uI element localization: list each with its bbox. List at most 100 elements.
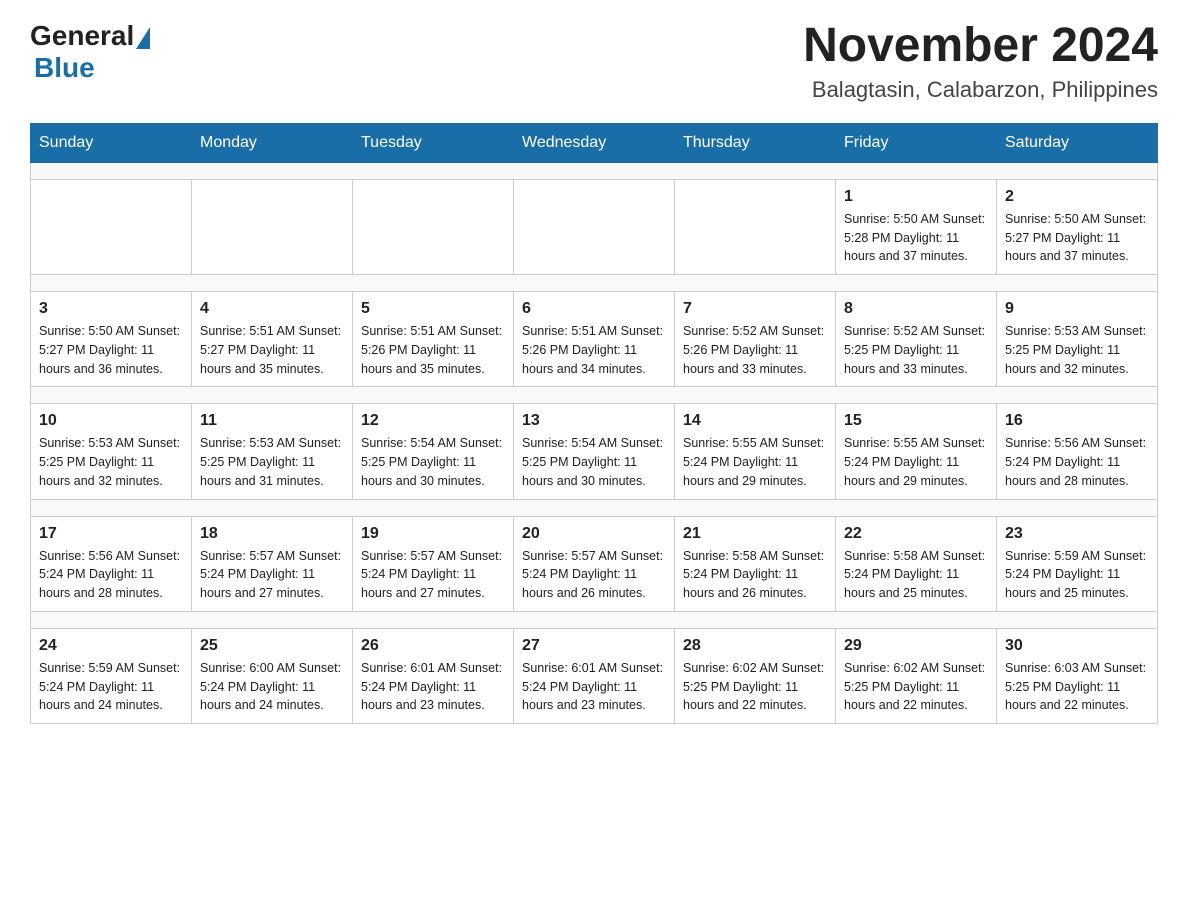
day-info: Sunrise: 6:01 AM Sunset: 5:24 PM Dayligh… <box>522 659 666 715</box>
day-cell-w0-d0 <box>31 179 192 274</box>
day-number: 1 <box>844 188 988 206</box>
day-cell-w4-d1: 25 Sunrise: 6:00 AM Sunset: 5:24 PM Dayli… <box>192 628 353 723</box>
divider-row-4 <box>31 611 1158 628</box>
day-number: 7 <box>683 300 827 318</box>
day-info: Sunrise: 5:51 AM Sunset: 5:27 PM Dayligh… <box>200 322 344 378</box>
day-info: Sunrise: 5:52 AM Sunset: 5:25 PM Dayligh… <box>844 322 988 378</box>
header-monday: Monday <box>192 123 353 162</box>
day-info: Sunrise: 5:58 AM Sunset: 5:24 PM Dayligh… <box>683 547 827 603</box>
day-info: Sunrise: 5:51 AM Sunset: 5:26 PM Dayligh… <box>522 322 666 378</box>
day-number: 23 <box>1005 525 1149 543</box>
day-info: Sunrise: 5:54 AM Sunset: 5:25 PM Dayligh… <box>522 434 666 490</box>
logo-triangle-icon <box>136 27 150 49</box>
day-cell-w3-d2: 19Sunrise: 5:57 AM Sunset: 5:24 PM Dayli… <box>353 516 514 611</box>
day-number: 16 <box>1005 412 1149 430</box>
day-number: 21 <box>683 525 827 543</box>
day-info: Sunrise: 5:53 AM Sunset: 5:25 PM Dayligh… <box>200 434 344 490</box>
day-cell-w4-d6: 30 Sunrise: 6:03 AM Sunset: 5:25 PM Dayli… <box>997 628 1158 723</box>
header-saturday: Saturday <box>997 123 1158 162</box>
day-info: Sunrise: 5:50 AM Sunset: 5:27 PM Dayligh… <box>39 322 183 378</box>
day-cell-w1-d6: 9 Sunrise: 5:53 AM Sunset: 5:25 PM Daylig… <box>997 292 1158 387</box>
day-number: 30 <box>1005 637 1149 655</box>
day-cell-w3-d5: 22 Sunrise: 5:58 AM Sunset: 5:24 PM Dayli… <box>836 516 997 611</box>
day-cell-w2-d0: 10 Sunrise: 5:53 AM Sunset: 5:25 PM Dayli… <box>31 404 192 499</box>
day-info: Sunrise: 6:01 AM Sunset: 5:24 PM Dayligh… <box>361 659 505 715</box>
day-info: Sunrise: 5:56 AM Sunset: 5:24 PM Dayligh… <box>1005 434 1149 490</box>
day-number: 9 <box>1005 300 1149 318</box>
week-row-3: 17Sunrise: 5:56 AM Sunset: 5:24 PM Dayli… <box>31 516 1158 611</box>
header-thursday: Thursday <box>675 123 836 162</box>
day-info: Sunrise: 5:53 AM Sunset: 5:25 PM Dayligh… <box>1005 322 1149 378</box>
day-number: 29 <box>844 637 988 655</box>
day-number: 17 <box>39 525 183 543</box>
day-cell-w0-d4 <box>675 179 836 274</box>
day-cell-w0-d6: 2 Sunrise: 5:50 AM Sunset: 5:27 PM Daylig… <box>997 179 1158 274</box>
month-title: November 2024 <box>803 20 1158 73</box>
day-number: 5 <box>361 300 505 318</box>
day-number: 19 <box>361 525 505 543</box>
day-number: 26 <box>361 637 505 655</box>
day-info: Sunrise: 5:58 AM Sunset: 5:24 PM Dayligh… <box>844 547 988 603</box>
divider-row-1 <box>31 275 1158 292</box>
day-number: 8 <box>844 300 988 318</box>
day-cell-w1-d1: 4 Sunrise: 5:51 AM Sunset: 5:27 PM Daylig… <box>192 292 353 387</box>
day-info: Sunrise: 5:52 AM Sunset: 5:26 PM Dayligh… <box>683 322 827 378</box>
day-number: 28 <box>683 637 827 655</box>
day-info: Sunrise: 6:03 AM Sunset: 5:25 PM Dayligh… <box>1005 659 1149 715</box>
day-cell-w0-d5: 1 Sunrise: 5:50 AM Sunset: 5:28 PM Daylig… <box>836 179 997 274</box>
day-info: Sunrise: 6:02 AM Sunset: 5:25 PM Dayligh… <box>844 659 988 715</box>
day-cell-w2-d5: 15Sunrise: 5:55 AM Sunset: 5:24 PM Dayli… <box>836 404 997 499</box>
day-number: 11 <box>200 412 344 430</box>
day-cell-w4-d2: 26 Sunrise: 6:01 AM Sunset: 5:24 PM Dayli… <box>353 628 514 723</box>
week-row-2: 10 Sunrise: 5:53 AM Sunset: 5:25 PM Dayli… <box>31 404 1158 499</box>
divider-row-2 <box>31 387 1158 404</box>
day-cell-w2-d4: 14 Sunrise: 5:55 AM Sunset: 5:24 PM Dayli… <box>675 404 836 499</box>
day-info: Sunrise: 6:00 AM Sunset: 5:24 PM Dayligh… <box>200 659 344 715</box>
week-row-0: 1 Sunrise: 5:50 AM Sunset: 5:28 PM Daylig… <box>31 179 1158 274</box>
day-number: 12 <box>361 412 505 430</box>
day-info: Sunrise: 5:59 AM Sunset: 5:24 PM Dayligh… <box>39 659 183 715</box>
day-number: 6 <box>522 300 666 318</box>
logo-blue-text: Blue <box>34 52 95 83</box>
day-cell-w3-d3: 20Sunrise: 5:57 AM Sunset: 5:24 PM Dayli… <box>514 516 675 611</box>
day-cell-w2-d3: 13 Sunrise: 5:54 AM Sunset: 5:25 PM Dayli… <box>514 404 675 499</box>
day-info: Sunrise: 5:50 AM Sunset: 5:27 PM Dayligh… <box>1005 210 1149 266</box>
day-cell-w1-d2: 5 Sunrise: 5:51 AM Sunset: 5:26 PM Daylig… <box>353 292 514 387</box>
day-info: Sunrise: 5:57 AM Sunset: 5:24 PM Dayligh… <box>522 547 666 603</box>
day-info: Sunrise: 5:54 AM Sunset: 5:25 PM Dayligh… <box>361 434 505 490</box>
day-cell-w2-d1: 11 Sunrise: 5:53 AM Sunset: 5:25 PM Dayli… <box>192 404 353 499</box>
day-info: Sunrise: 6:02 AM Sunset: 5:25 PM Dayligh… <box>683 659 827 715</box>
day-cell-w4-d0: 24Sunrise: 5:59 AM Sunset: 5:24 PM Dayli… <box>31 628 192 723</box>
header: General Blue November 2024 Balagtasin, C… <box>30 20 1158 103</box>
day-cell-w3-d0: 17Sunrise: 5:56 AM Sunset: 5:24 PM Dayli… <box>31 516 192 611</box>
logo-general-text: General <box>30 20 134 52</box>
day-number: 27 <box>522 637 666 655</box>
day-cell-w3-d4: 21 Sunrise: 5:58 AM Sunset: 5:24 PM Dayli… <box>675 516 836 611</box>
divider-row-0 <box>31 162 1158 179</box>
day-number: 10 <box>39 412 183 430</box>
day-info: Sunrise: 5:57 AM Sunset: 5:24 PM Dayligh… <box>200 547 344 603</box>
day-cell-w0-d2 <box>353 179 514 274</box>
day-info: Sunrise: 5:55 AM Sunset: 5:24 PM Dayligh… <box>683 434 827 490</box>
day-cell-w4-d5: 29 Sunrise: 6:02 AM Sunset: 5:25 PM Dayli… <box>836 628 997 723</box>
day-number: 4 <box>200 300 344 318</box>
day-number: 25 <box>200 637 344 655</box>
day-cell-w2-d2: 12 Sunrise: 5:54 AM Sunset: 5:25 PM Dayli… <box>353 404 514 499</box>
day-info: Sunrise: 5:51 AM Sunset: 5:26 PM Dayligh… <box>361 322 505 378</box>
title-area: November 2024 Balagtasin, Calabarzon, Ph… <box>803 20 1158 103</box>
day-info: Sunrise: 5:50 AM Sunset: 5:28 PM Dayligh… <box>844 210 988 266</box>
day-cell-w2-d6: 16 Sunrise: 5:56 AM Sunset: 5:24 PM Dayli… <box>997 404 1158 499</box>
day-number: 22 <box>844 525 988 543</box>
day-cell-w0-d1 <box>192 179 353 274</box>
calendar-header-row: SundayMondayTuesdayWednesdayThursdayFrid… <box>31 123 1158 162</box>
location-subtitle: Balagtasin, Calabarzon, Philippines <box>803 77 1158 103</box>
day-number: 15 <box>844 412 988 430</box>
header-friday: Friday <box>836 123 997 162</box>
header-wednesday: Wednesday <box>514 123 675 162</box>
divider-row-3 <box>31 499 1158 516</box>
day-number: 14 <box>683 412 827 430</box>
day-number: 13 <box>522 412 666 430</box>
day-info: Sunrise: 5:53 AM Sunset: 5:25 PM Dayligh… <box>39 434 183 490</box>
day-number: 3 <box>39 300 183 318</box>
day-number: 2 <box>1005 188 1149 206</box>
